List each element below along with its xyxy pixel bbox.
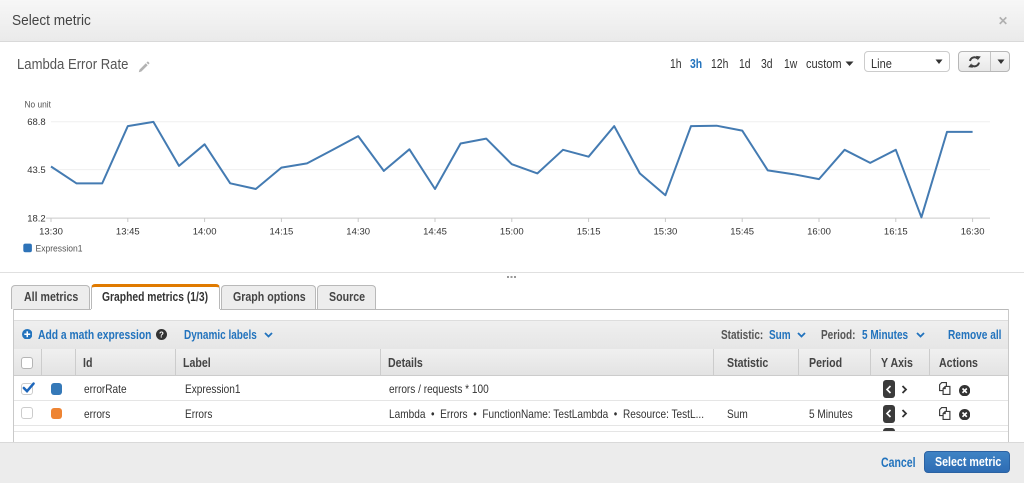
svg-text:Expression1: Expression1	[36, 244, 83, 255]
svg-text:15:30: 15:30	[654, 227, 678, 238]
svg-text:15:15: 15:15	[577, 227, 601, 238]
svg-text:14:30: 14:30	[346, 227, 370, 238]
svg-text:?: ?	[159, 330, 164, 339]
svg-text:18.2: 18.2	[27, 214, 46, 225]
svg-text:43.5: 43.5	[27, 165, 46, 176]
svg-text:16:30: 16:30	[961, 227, 985, 238]
svg-text:68.8: 68.8	[27, 117, 46, 128]
svg-text:14:00: 14:00	[193, 227, 217, 238]
svg-text:14:15: 14:15	[270, 227, 294, 238]
svg-text:14:45: 14:45	[423, 227, 447, 238]
svg-text:15:45: 15:45	[730, 227, 754, 238]
svg-text:13:30: 13:30	[39, 227, 63, 238]
svg-text:No unit: No unit	[25, 100, 52, 111]
svg-text:16:15: 16:15	[884, 227, 908, 238]
svg-text:13:45: 13:45	[116, 227, 140, 238]
svg-text:15:00: 15:00	[500, 227, 524, 238]
svg-text:16:00: 16:00	[807, 227, 831, 238]
